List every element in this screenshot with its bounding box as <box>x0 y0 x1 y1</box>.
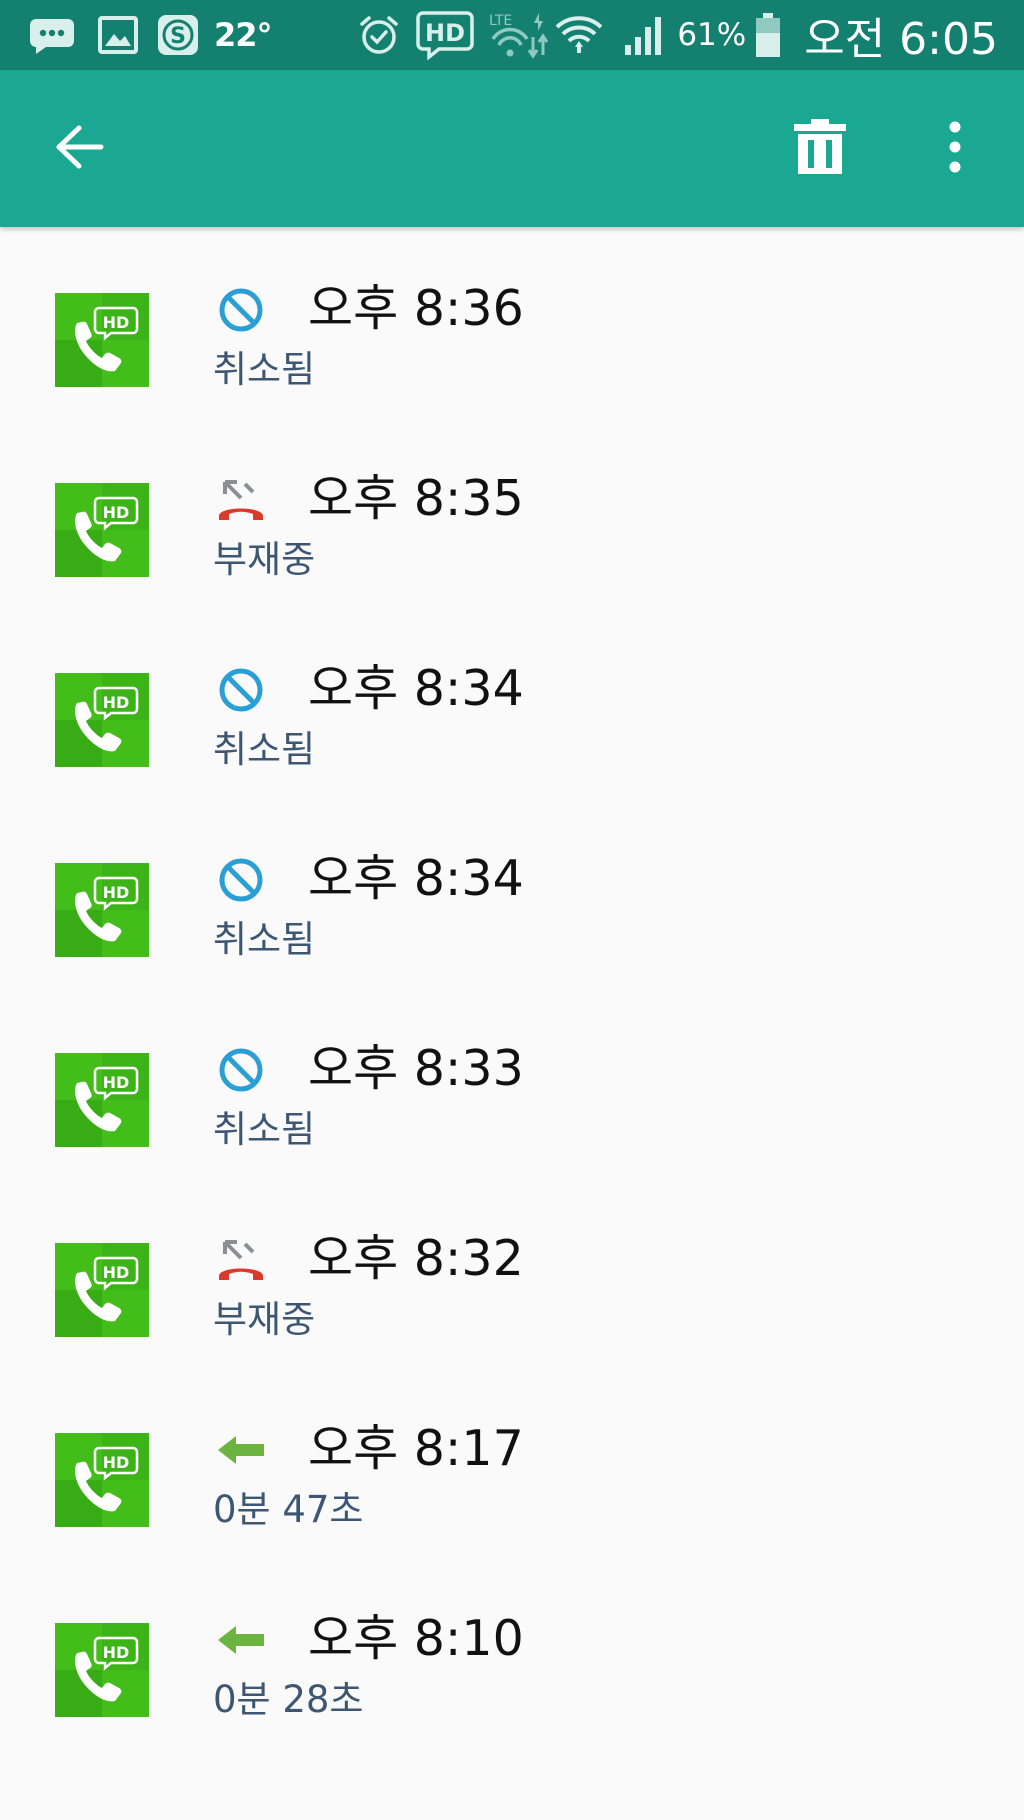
call-status: 0분 47초 <box>213 1488 364 1531</box>
alarm-icon <box>357 13 401 57</box>
call-log-row-4[interactable]: HD 오후 8:34 취소됨 <box>0 787 1024 977</box>
hd-call-badge-icon: HD <box>55 1433 149 1527</box>
gallery-icon <box>98 15 138 55</box>
hd-badge-label: HD <box>103 883 130 902</box>
hd-call-badge-icon: HD <box>55 1623 149 1717</box>
hd-badge-label: HD <box>103 313 130 332</box>
call-log-row-2[interactable]: HD 오후 8:35 부재중 <box>0 407 1024 597</box>
missed-call-icon <box>213 472 269 528</box>
message-icon <box>28 15 76 55</box>
hd-voice-label: HD <box>425 19 465 47</box>
hd-badge-label: HD <box>103 1073 130 1092</box>
call-log-row-8[interactable]: HD 오후 8:10 0분 28초 <box>0 1547 1024 1737</box>
call-time: 오후 8:34 <box>308 850 524 907</box>
hd-badge-label: HD <box>103 1643 130 1662</box>
more-vert-icon <box>947 121 963 177</box>
call-status: 취소됨 <box>213 918 316 961</box>
call-time: 오후 8:33 <box>308 1040 524 1097</box>
call-time: 오후 8:10 <box>308 1610 524 1667</box>
more-options-button[interactable] <box>920 70 990 227</box>
lte-label: LTE <box>489 13 512 29</box>
call-time: 오후 8:17 <box>308 1420 524 1477</box>
battery-percent: 61% <box>677 17 747 53</box>
app-toolbar <box>0 70 1024 227</box>
call-log-row-5[interactable]: HD 오후 8:33 취소됨 <box>0 977 1024 1167</box>
hd-badge-label: HD <box>103 503 130 522</box>
call-log-row-1[interactable]: HD 오후 8:36 취소됨 <box>0 227 1024 407</box>
clock-text: 오전 6:05 <box>804 14 998 65</box>
call-status: 0분 28초 <box>213 1678 364 1721</box>
lte-signal-icon: LTE <box>487 11 549 59</box>
call-time: 오후 8:36 <box>308 280 524 337</box>
hd-call-badge-icon: HD <box>55 293 149 387</box>
missed-call-icon <box>213 1232 269 1288</box>
canceled-call-icon <box>213 662 269 718</box>
call-log-row-3[interactable]: HD 오후 8:34 취소됨 <box>0 597 1024 787</box>
hd-voice-icon: HD <box>415 10 475 60</box>
canceled-call-icon <box>213 1042 269 1098</box>
hd-call-badge-icon: HD <box>55 1053 149 1147</box>
call-time: 오후 8:32 <box>308 1230 524 1287</box>
hd-badge-label: HD <box>103 1453 130 1472</box>
wifi-icon <box>555 11 603 59</box>
delete-button[interactable] <box>780 70 860 227</box>
call-status: 취소됨 <box>213 1108 316 1151</box>
hd-badge-label: HD <box>103 693 130 712</box>
svg-text:S: S <box>170 24 186 49</box>
hd-call-badge-icon: HD <box>55 863 149 957</box>
status-left-group: S 22° <box>28 0 273 70</box>
hd-badge-label: HD <box>103 1263 130 1282</box>
battery-icon <box>754 12 782 58</box>
canceled-call-icon <box>213 282 269 338</box>
incoming-call-icon <box>213 1422 269 1478</box>
incoming-call-icon <box>213 1612 269 1668</box>
call-status: 부재중 <box>213 1298 316 1341</box>
call-time: 오후 8:34 <box>308 660 524 717</box>
canceled-call-icon <box>213 852 269 908</box>
arrow-left-icon <box>55 125 105 173</box>
status-right-group: HD LTE 61% 오전 6:05 <box>357 0 998 70</box>
call-status: 부재중 <box>213 538 316 581</box>
call-log-row-6[interactable]: HD 오후 8:32 부재중 <box>0 1167 1024 1357</box>
cell-signal-icon <box>623 13 667 57</box>
temperature-text: 22° <box>214 16 273 54</box>
call-status: 취소됨 <box>213 728 316 771</box>
hd-call-badge-icon: HD <box>55 1243 149 1337</box>
call-log-row-7[interactable]: HD 오후 8:17 0분 47초 <box>0 1357 1024 1547</box>
status-bar: S 22° HD LTE 61% 오전 6:05 <box>0 0 1024 70</box>
call-time: 오후 8:35 <box>308 470 524 527</box>
s-app-icon: S <box>156 13 200 57</box>
call-history-list: HD 오후 8:36 취소됨 HD 오후 8:35 부재중 HD 오후 8:34… <box>0 227 1024 1820</box>
trash-icon <box>792 118 848 180</box>
call-status: 취소됨 <box>213 348 316 391</box>
hd-call-badge-icon: HD <box>55 673 149 767</box>
hd-call-badge-icon: HD <box>55 483 149 577</box>
back-button[interactable] <box>40 70 120 227</box>
